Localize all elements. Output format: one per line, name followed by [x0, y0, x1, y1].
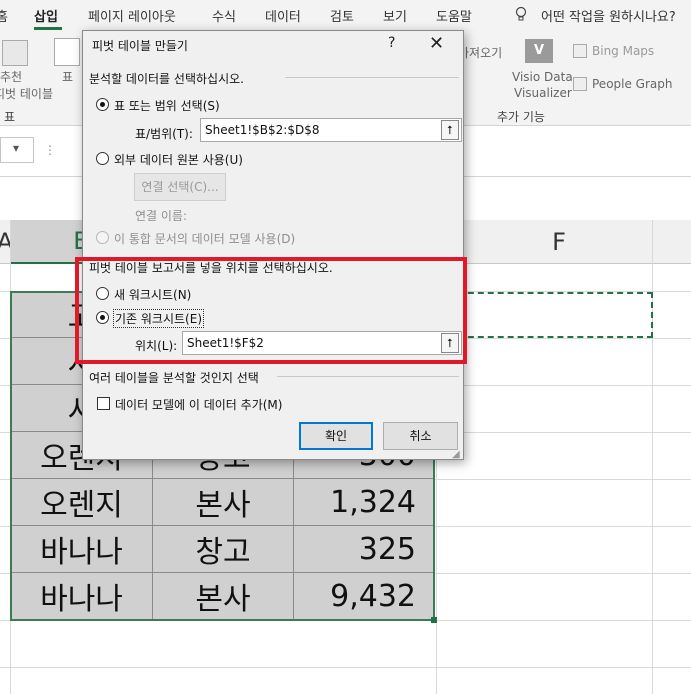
bing-maps-icon: [573, 44, 587, 58]
collapse-range-icon[interactable]: ⭡: [441, 120, 459, 140]
chevron-down-icon: ▾: [13, 141, 20, 155]
tab-formulas[interactable]: 수식: [212, 6, 236, 25]
tab-help[interactable]: 도움말: [436, 6, 472, 25]
highlight-annotation-box: [75, 257, 467, 364]
radio-table-range[interactable]: [96, 98, 109, 111]
choose-connection-button[interactable]: 연결 선택(C)...: [134, 173, 226, 201]
radio-data-model[interactable]: [96, 231, 109, 244]
tab-view[interactable]: 보기: [383, 6, 407, 25]
cancel-button[interactable]: 취소: [383, 422, 458, 450]
connection-name-label: 연결 이름:: [135, 209, 188, 223]
table-button-label[interactable]: 표: [62, 68, 73, 85]
radio-table-range-label[interactable]: 표 또는 범위 선택(S): [114, 97, 220, 114]
section-multiple-tables: 여러 테이블을 분석할 것인지 선택: [89, 371, 259, 385]
section-divider: [277, 376, 459, 377]
close-icon[interactable]: ✕: [429, 33, 444, 54]
name-box[interactable]: ▾: [0, 137, 34, 163]
table-range-label: 표/범위(T):: [135, 127, 193, 141]
tab-review[interactable]: 검토: [330, 6, 354, 25]
visio-label-2[interactable]: Visualizer: [514, 86, 572, 100]
people-graph-icon: [573, 77, 587, 91]
column-header-f[interactable]: F: [466, 220, 652, 264]
radio-external-source-label[interactable]: 외부 데이터 원본 사용(U): [114, 151, 243, 168]
table-range-input[interactable]: Sheet1!$B$2:$D$8: [200, 118, 462, 142]
destination-marquee: [438, 292, 653, 338]
create-pivot-table-dialog: 피벗 테이블 만들기 ? ✕ 분석할 데이터를 선택하십시오. 표 또는 범위 …: [82, 30, 464, 460]
tab-home[interactable]: 홈: [0, 6, 8, 25]
tab-insert[interactable]: 삽입: [34, 6, 58, 25]
recommended-pivot-icon: [2, 40, 28, 66]
visio-label-1[interactable]: Visio Data: [512, 70, 573, 84]
add-to-data-model-label[interactable]: 데이터 모델에 이 데이터 추가(M): [115, 396, 282, 413]
radio-external-source[interactable]: [96, 152, 109, 165]
recommended-pivot-label-2[interactable]: 피벗 테이블: [0, 85, 53, 102]
ribbon-tab-bar: 홈 삽입 페이지 레이아웃 수식 데이터 검토 보기 도움말 어떤 작업을 원하…: [0, 0, 691, 30]
section-choose-data: 분석할 데이터를 선택하십시오.: [89, 72, 244, 86]
get-addins-label[interactable]: 가져오기: [458, 44, 502, 61]
group-table-label: 표: [4, 110, 16, 124]
column-header-a[interactable]: A: [0, 220, 13, 264]
fill-handle[interactable]: [431, 617, 437, 623]
tab-page-layout[interactable]: 페이지 레이아웃: [88, 6, 176, 25]
ok-button[interactable]: 확인: [299, 422, 373, 450]
visio-icon: V: [525, 39, 553, 63]
more-options-icon[interactable]: ⋮: [44, 143, 56, 157]
help-button[interactable]: ?: [388, 35, 395, 51]
table-icon: [54, 38, 80, 66]
people-graph-label[interactable]: People Graph: [592, 77, 673, 91]
dialog-title: 피벗 테이블 만들기: [92, 39, 188, 53]
radio-data-model-label[interactable]: 이 통합 문서의 데이터 모델 사용(D): [114, 230, 295, 247]
grid-line: [0, 667, 691, 668]
bing-maps-label[interactable]: Bing Maps: [592, 44, 654, 58]
add-to-data-model-checkbox[interactable]: [97, 397, 110, 410]
group-addins-label: 추가 기능: [497, 110, 545, 124]
tab-data[interactable]: 데이터: [265, 6, 301, 25]
resize-grip-icon[interactable]: ◢: [452, 449, 460, 460]
lightbulb-icon: [514, 6, 528, 26]
recommended-pivot-label-1[interactable]: 추천: [0, 68, 22, 85]
tell-me-search[interactable]: 어떤 작업을 원하시나요?: [541, 6, 676, 25]
section-divider: [285, 77, 459, 78]
